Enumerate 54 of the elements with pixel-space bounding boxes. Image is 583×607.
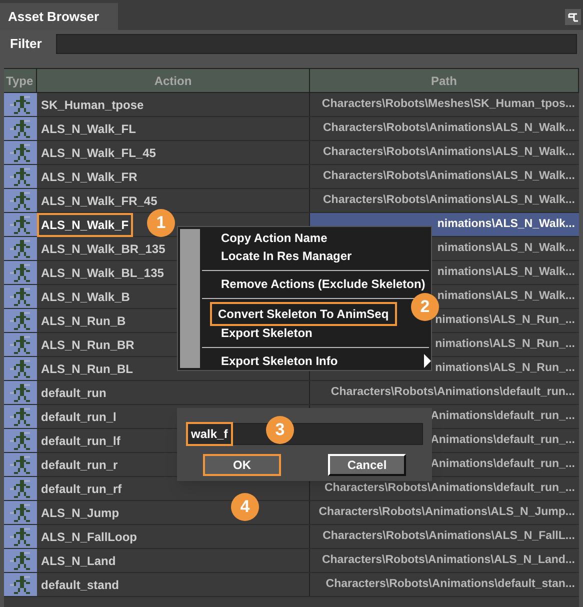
action-cell[interactable]: default_stand — [39, 574, 122, 594]
menu-item[interactable]: Remove Actions (Exclude Skeleton) — [218, 275, 428, 294]
path-cell-text: nimations\ALS_N_Run_... — [435, 360, 575, 376]
path-cell-text: Characters\Robots\Meshes\SK_Human_tpos... — [322, 96, 575, 112]
panel-tab[interactable]: Asset Browser — [0, 3, 118, 30]
action-cell[interactable]: ALS_N_Run_BR — [39, 334, 136, 354]
path-cell-text: nimations\ALS_N_Walk... — [437, 216, 575, 232]
menu-item[interactable]: Convert Skeleton To AnimSeq — [212, 304, 395, 324]
field-value: walk_f — [188, 424, 231, 444]
path-cell-text: nimations\ALS_N_Walk... — [437, 288, 575, 304]
pin-icon[interactable] — [565, 9, 581, 25]
action-cell[interactable]: ALS_N_Walk_B — [39, 286, 132, 306]
action-cell[interactable]: ALS_N_Jump — [39, 502, 122, 522]
action-cell[interactable]: ALS_N_Run_B — [39, 310, 128, 330]
action-cell[interactable]: SK_Human_tpose — [39, 94, 146, 114]
menu-item[interactable]: Export Skeleton Info — [218, 352, 341, 370]
menu-item[interactable]: Locate In Res Manager — [218, 247, 355, 265]
action-cell[interactable]: ALS_N_Walk_BR_135 — [39, 238, 168, 258]
action-cell[interactable]: default_run — [39, 382, 108, 402]
path-cell-text: Animations\default_run_... — [430, 408, 575, 424]
path-cell-text: Characters\Robots\Animations\default_stan... — [326, 576, 575, 592]
path-cell-text: nimations\ALS_N_Walk... — [437, 264, 575, 280]
action-cell[interactable]: ALS_N_Walk_FR — [39, 166, 140, 186]
path-cell-text: Characters\Robots\Animations\ALS_N_Walk... — [323, 144, 575, 160]
path-cell-text: Characters\Robots\Animations\ALS_N_Jump... — [318, 504, 575, 520]
menu-item[interactable]: Export Skeleton — [218, 324, 316, 342]
action-cell[interactable]: default_run_rf — [39, 478, 124, 498]
action-cell[interactable]: ALS_N_Walk_FL_45 — [39, 142, 158, 162]
path-cell-text: nimations\ALS_N_Run_... — [435, 336, 575, 352]
action-cell[interactable]: ALS_N_FallLoop — [39, 526, 140, 546]
action-cell[interactable]: default_run_r — [39, 454, 120, 474]
path-cell-text: Animations\default_run_... — [430, 432, 575, 448]
path-cell-text: Characters\Robots\Animations\default_run... — [330, 384, 575, 400]
path-cell-text: Characters\Robots\Animations\ALS_N_FallL... — [322, 528, 575, 544]
path-cell-text: Characters\Robots\Animations\ALS_N_Walk... — [323, 168, 575, 184]
action-cell[interactable]: default_run_l — [39, 406, 118, 426]
action-cell[interactable]: ALS_N_Run_BL — [39, 358, 136, 378]
action-cell[interactable]: ALS_N_Land — [39, 550, 118, 570]
action-cell[interactable]: ALS_N_Walk_F — [39, 214, 131, 234]
ok-button[interactable]: OK — [203, 454, 281, 476]
path-cell-text: Characters\Robots\Animations\ALS_N_Walk... — [323, 192, 575, 208]
path-cell-text: Characters\Robots\Animations\default_run_... — [324, 480, 575, 496]
cancel-button[interactable]: Cancel — [328, 454, 406, 476]
path-cell-text: Characters\Robots\Animations\ALS_N_Walk... — [323, 120, 575, 136]
action-cell[interactable]: ALS_N_Walk_FR_45 — [39, 190, 160, 210]
action-cell[interactable]: ALS_N_Walk_BL_135 — [39, 262, 166, 282]
filter-label: Filter — [9, 35, 42, 54]
action-cell[interactable]: default_run_lf — [39, 430, 122, 450]
path-cell-text: nimations\ALS_N_Walk... — [437, 240, 575, 256]
action-cell[interactable]: ALS_N_Walk_FL — [39, 118, 138, 138]
path-cell-text: Animations\default_run_... — [430, 456, 575, 472]
filter-field[interactable] — [56, 34, 577, 54]
path-cell-text: Characters\Robots\Animations\ALS_N_Land... — [322, 552, 575, 568]
menu-item[interactable]: Copy Action Name — [218, 229, 330, 247]
